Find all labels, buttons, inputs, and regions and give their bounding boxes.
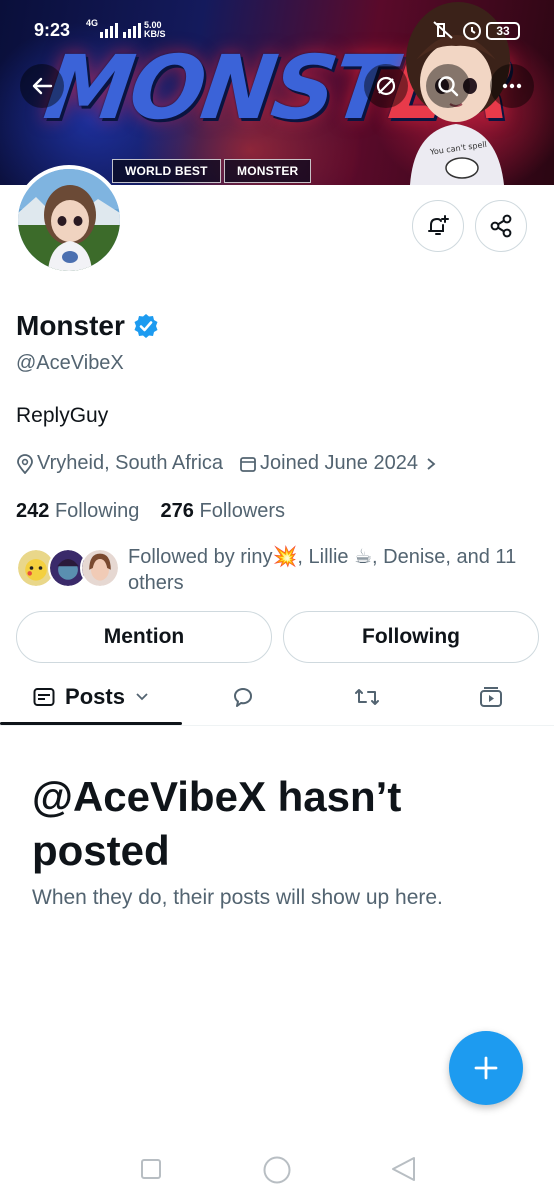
avatar-illustration [18,169,120,271]
status-bar: 9:23 4G 5.00 KB/S 33 [0,0,554,58]
following-button[interactable]: Following [283,611,539,663]
more-horizontal-icon [502,83,522,89]
reply-bubble-icon [234,688,252,707]
followed-by-section[interactable]: Followed by riny💥, Lillie ☕, Denise, and… [16,542,536,598]
share-icon [490,214,512,238]
alarm-icon [463,22,481,40]
profile-meta: Vryheid, South Africa Joined June 2024 [16,452,439,475]
banner-tag-world-best: WORLD BEST [112,159,221,183]
back-button[interactable] [20,64,64,108]
plus-icon [474,1056,498,1080]
hide-banner-button[interactable] [364,64,408,108]
signal-icon [100,23,141,38]
home-circle-icon[interactable] [262,1155,292,1185]
mute-icon [433,21,453,39]
follow-counts: 242 Following 276 Followers [16,500,285,523]
network-type: 4G [86,18,99,28]
mention-button[interactable]: Mention [16,611,272,663]
active-tab-indicator [0,722,182,725]
profile-bio: ReplyGuy [16,404,109,427]
following-link[interactable]: 242 Following [16,500,139,522]
tab-media[interactable] [458,668,524,726]
repost-icon [355,689,379,705]
search-icon [438,76,459,97]
chevron-right-icon[interactable] [426,457,436,471]
compose-button[interactable] [449,1031,523,1105]
location-pin-icon [17,453,33,474]
recents-square-icon[interactable] [140,1158,162,1180]
profile-tabs: Posts [0,668,554,726]
profile-joined[interactable]: Joined June 2024 [260,452,418,475]
posts-icon [33,688,55,706]
chevron-down-icon [136,693,148,701]
display-name: Monster [16,310,125,341]
verified-badge-icon[interactable] [133,313,159,339]
tab-posts[interactable]: Posts [0,668,182,726]
profile-location: Vryheid, South Africa [37,452,224,474]
profile-handle: @AceVibeX [16,352,124,374]
profile-name: Monster [16,310,159,342]
more-button[interactable] [490,64,534,108]
eye-off-icon [376,76,396,96]
followers-link[interactable]: 276 Followers [161,500,286,522]
tab-reposts[interactable] [334,668,400,726]
notify-button[interactable] [412,200,464,252]
tab-replies[interactable] [210,668,276,726]
follower-avatar-3 [80,548,120,588]
empty-state-subtitle: When they do, their posts will show up h… [32,886,443,909]
status-time: 9:23 [34,20,71,40]
system-navigation-bar [0,1140,554,1200]
tab-posts-label: Posts [65,684,125,709]
battery-indicator: 33 [486,22,520,40]
back-triangle-icon[interactable] [390,1155,418,1183]
banner-tag-monster: MONSTER [224,159,312,183]
video-icon [480,687,502,707]
followed-by-text: Followed by riny💥, Lillie ☕, Denise, and… [128,546,517,594]
calendar-icon [240,456,256,472]
empty-state-title: @AceVibeX hasn’t posted [32,773,402,874]
share-button[interactable] [475,200,527,252]
search-button[interactable] [426,64,470,108]
network-speed: 5.00 KB/S [144,20,166,39]
profile-avatar[interactable] [14,165,124,275]
bell-plus-icon [428,215,449,235]
arrow-left-icon [32,77,53,95]
